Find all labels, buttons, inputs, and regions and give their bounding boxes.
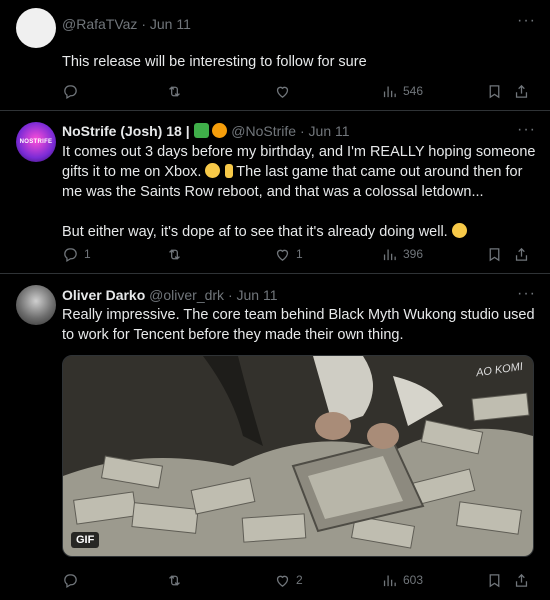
bookmark-icon: [489, 84, 500, 98]
like-button[interactable]: 2: [274, 570, 303, 590]
avatar[interactable]: [16, 8, 56, 48]
author-handle[interactable]: @NoStrife: [231, 123, 296, 139]
author-name[interactable]: Oliver Darko: [62, 287, 145, 303]
dot-separator: ·: [141, 16, 146, 32]
post-2: NOSTRIFE NoStrife (Josh) 18 | @NoStrife …: [0, 110, 550, 274]
reply-button[interactable]: [62, 570, 79, 590]
avatar-logo-text: NOSTRIFE: [19, 139, 53, 145]
heart-icon: [276, 249, 289, 261]
post-1: @RafaTVaz · Jun 11 ··· This release will…: [0, 0, 550, 111]
tired-face-emoji-icon: [205, 163, 221, 178]
avatar[interactable]: [16, 285, 56, 325]
post-text: Really impressive. The core team behind …: [62, 307, 535, 343]
share-icon: [515, 84, 528, 98]
author-handle[interactable]: @RafaTVaz: [62, 16, 137, 32]
gif-media[interactable]: GIF AO KOMI: [62, 355, 534, 557]
orange-circle-icon: [212, 123, 228, 138]
views-count: 396: [403, 247, 424, 261]
action-bar: 1 1 396: [62, 244, 532, 264]
repost-icon: [169, 85, 180, 97]
views-button[interactable]: 546: [381, 81, 423, 101]
green-badge-icon: [193, 123, 209, 138]
hugging-face-emoji-icon: [451, 223, 467, 238]
post-time[interactable]: Jun 11: [309, 123, 350, 139]
views-button[interactable]: 603: [381, 570, 423, 590]
user-badges: 18 |: [166, 123, 190, 139]
avatar[interactable]: NOSTRIFE: [16, 122, 56, 162]
dot-separator: ·: [299, 123, 305, 139]
gif-badge: GIF: [71, 532, 100, 548]
repost-button[interactable]: [166, 244, 183, 264]
post-time[interactable]: Jun 11: [150, 16, 191, 32]
like-count: 2: [296, 573, 303, 587]
post-header: Oliver Darko @oliver_drk · Jun 11: [62, 287, 278, 303]
more-options-icon[interactable]: ···: [517, 121, 536, 139]
views-count: 603: [403, 573, 424, 587]
post-text: This release will be interesting to foll…: [62, 54, 367, 70]
bookmark-icon: [489, 573, 500, 587]
repost-button[interactable]: [166, 570, 183, 590]
bookmark-button[interactable]: [486, 244, 503, 264]
share-button[interactable]: [513, 244, 530, 264]
more-options-icon[interactable]: ···: [517, 285, 536, 303]
heart-icon: [276, 86, 289, 98]
post-header: NoStrife (Josh) 18 | @NoStrife · Jun 11: [62, 123, 350, 139]
action-bar: 2 603: [62, 570, 532, 590]
post-3: Oliver Darko @oliver_drk · Jun 11 ··· Re…: [0, 273, 550, 600]
reply-button[interactable]: 1: [62, 244, 91, 264]
author-handle[interactable]: @oliver_drk: [149, 287, 224, 303]
share-icon: [515, 247, 528, 261]
post-header: @RafaTVaz · Jun 11: [62, 16, 191, 32]
bookmark-icon: [489, 247, 500, 261]
views-icon: [383, 249, 396, 260]
reply-icon: [64, 573, 77, 588]
share-button[interactable]: [513, 570, 530, 590]
bookmark-button[interactable]: [486, 570, 503, 590]
views-icon: [383, 86, 396, 97]
views-icon: [383, 575, 396, 586]
reply-count: 1: [84, 247, 91, 261]
share-button[interactable]: [513, 81, 530, 101]
views-button[interactable]: 396: [381, 244, 423, 264]
heart-icon: [276, 575, 289, 587]
like-button[interactable]: [274, 81, 291, 101]
more-options-icon[interactable]: ···: [517, 12, 536, 30]
views-count: 546: [403, 84, 424, 98]
share-icon: [515, 573, 528, 587]
like-count: 1: [296, 247, 303, 261]
reply-icon: [64, 247, 77, 262]
post-text-line2: But either way, it's dope af to see that…: [62, 224, 448, 240]
bookmark-button[interactable]: [486, 81, 503, 101]
like-button[interactable]: 1: [274, 244, 303, 264]
repost-button[interactable]: [166, 81, 183, 101]
repost-icon: [169, 574, 180, 586]
author-name[interactable]: NoStrife (Josh): [62, 123, 162, 139]
repost-icon: [169, 248, 180, 260]
reply-button[interactable]: [62, 81, 79, 101]
crossed-fingers-emoji-icon: [224, 164, 233, 178]
reply-icon: [64, 84, 77, 99]
post-time[interactable]: Jun 11: [237, 287, 278, 303]
dot-separator: ·: [227, 287, 233, 303]
action-bar: 546: [62, 81, 532, 101]
post-text: It comes out 3 days before my birthday, …: [62, 142, 538, 242]
money-gif-image: [63, 356, 533, 556]
